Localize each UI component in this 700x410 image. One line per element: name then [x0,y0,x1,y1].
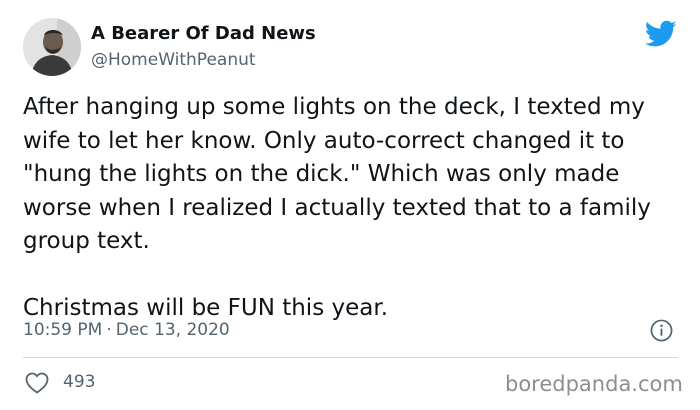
avatar-photo [23,18,81,76]
avatar[interactable] [23,18,81,76]
twitter-bird-icon[interactable] [645,20,677,48]
tweet-paragraph: After hanging up some lights on the deck… [23,94,651,254]
tweet-time[interactable]: 10:59 PM [23,320,102,340]
divider [23,357,678,358]
user-handle[interactable]: @HomeWithPeanut [91,50,256,70]
tweet-text: After hanging up some lights on the deck… [23,91,683,325]
tweet-timestamp[interactable]: 10:59 PM · Dec 13, 2020 [23,320,230,340]
timestamp-separator: · [106,320,112,340]
watermark: boredpanda.com [505,372,683,396]
info-icon[interactable] [650,319,673,342]
heart-icon[interactable] [25,372,49,394]
like-count[interactable]: 493 [63,372,95,392]
display-name[interactable]: A Bearer Of Dad News [91,23,316,44]
tweet-date[interactable]: Dec 13, 2020 [116,320,230,340]
